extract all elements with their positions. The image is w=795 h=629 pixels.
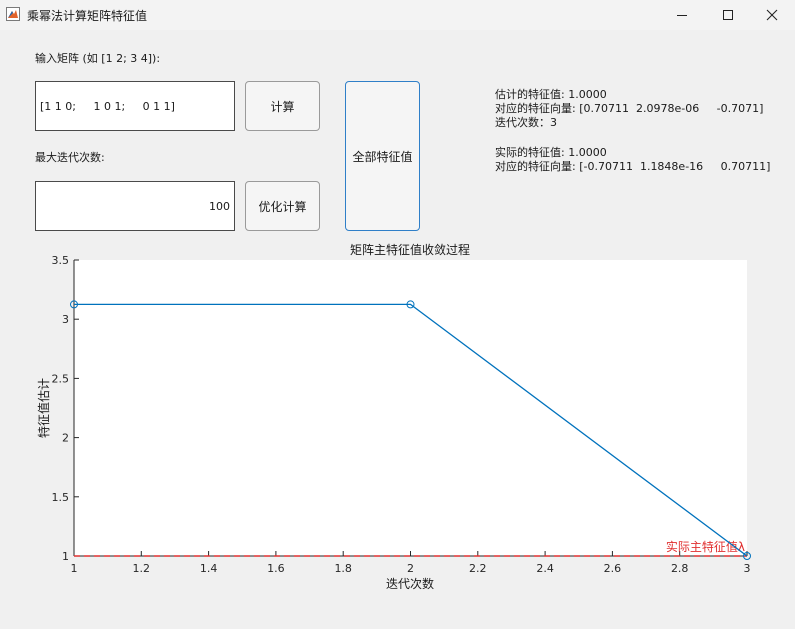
x-tick-label-2: 1.4 xyxy=(200,562,218,575)
y-tick-label-5: 3.5 xyxy=(52,254,70,267)
x-tick-label-5: 2 xyxy=(407,562,414,575)
x-tick-label-7: 2.4 xyxy=(536,562,554,575)
reference-line-label: 实际主特征值λ xyxy=(666,539,745,554)
x-tick-label-1: 1.2 xyxy=(133,562,151,575)
convergence-chart: 矩阵主特征值收敛过程 迭代次数 特征值估计 1 1.2 1.4 1.6 1.8 2 2.2 2… xyxy=(36,242,751,591)
y-tick-label-1: 1.5 xyxy=(52,491,70,504)
x-tick-label-3: 1.6 xyxy=(267,562,285,575)
y-tick-label-4: 3 xyxy=(62,313,69,326)
x-tick-label-9: 2.8 xyxy=(671,562,689,575)
x-tick-label-8: 2.6 xyxy=(604,562,622,575)
chart-title: 矩阵主特征值收敛过程 xyxy=(350,242,470,257)
y-axis-label: 特征值估计 xyxy=(36,378,51,438)
y-tick-label-2: 2 xyxy=(62,432,69,445)
x-tick-label-4: 1.8 xyxy=(334,562,352,575)
y-tick-label-0: 1 xyxy=(62,550,69,563)
x-tick-label-0: 1 xyxy=(71,562,78,575)
x-axis-label: 迭代次数 xyxy=(386,576,434,591)
x-tick-label-6: 2.2 xyxy=(469,562,487,575)
y-tick-label-3: 2.5 xyxy=(52,372,70,385)
x-tick-label-10: 3 xyxy=(744,562,751,575)
